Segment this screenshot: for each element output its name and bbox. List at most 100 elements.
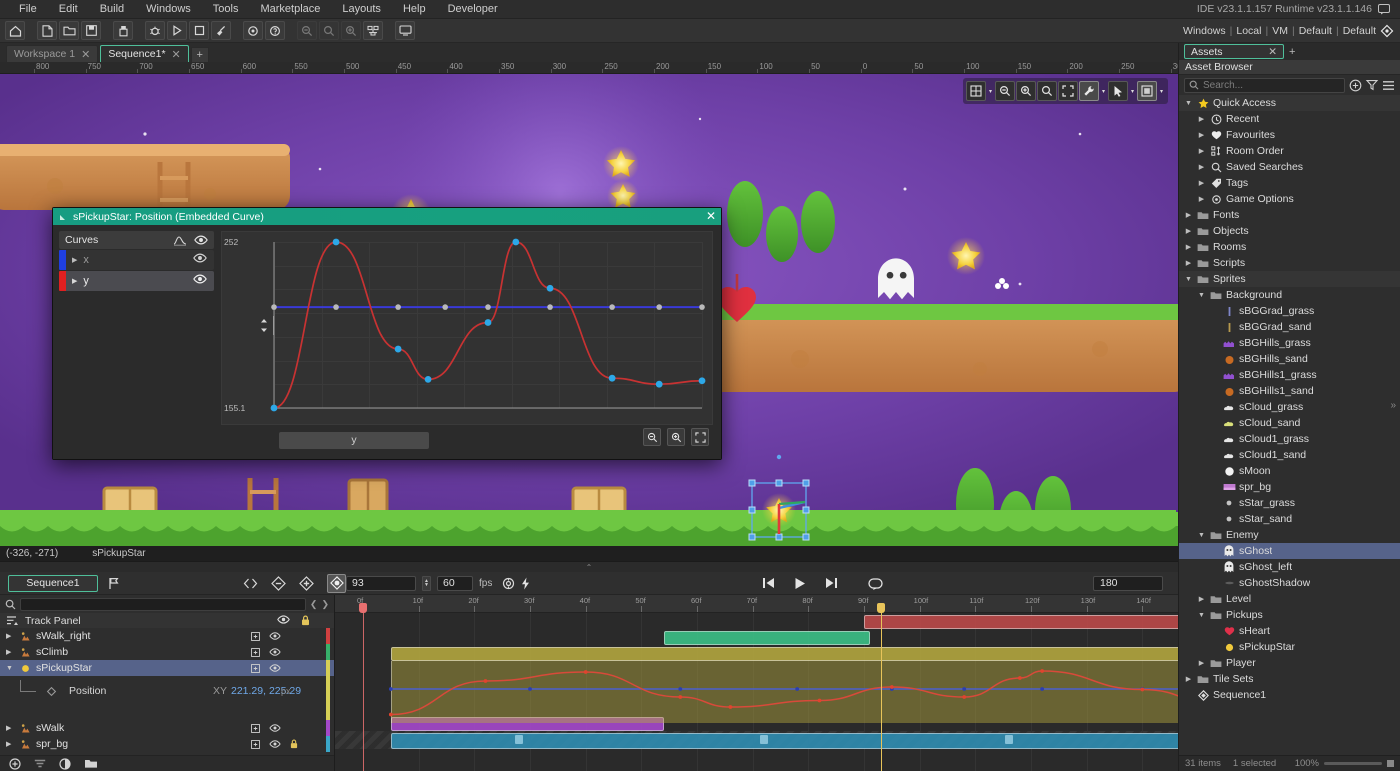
preferences-button[interactable] [243, 21, 263, 40]
wrench-dropdown-arrow-icon[interactable]: ▾ [1100, 81, 1107, 101]
eye-icon[interactable] [269, 740, 281, 748]
search-next-icon[interactable]: ❯ [321, 599, 329, 610]
expander-icon[interactable]: ▶ [1197, 195, 1206, 203]
open-project-button[interactable] [59, 21, 79, 40]
close-icon[interactable]: ✕ [1268, 46, 1277, 58]
eye-icon[interactable] [269, 664, 281, 672]
track-row[interactable]: ▶sClimb [0, 644, 334, 660]
cursor-dropdown-arrow-icon[interactable]: ▾ [1129, 81, 1136, 101]
expander-icon[interactable]: ▶ [1197, 147, 1206, 155]
track-search-input[interactable] [20, 598, 306, 611]
menu-item-file[interactable]: File [8, 0, 48, 19]
save-button[interactable] [81, 21, 101, 40]
track-row[interactable]: ▼sPickupStar [0, 660, 334, 676]
stop-button[interactable] [189, 21, 209, 40]
snap-icon[interactable] [502, 577, 515, 590]
curve-editor-dialog[interactable]: sPickupStar: Position (Embedded Curve) ✕… [52, 207, 722, 460]
timeline-pane[interactable]: 0f10f20f30f40f50f60f70f80f90f100f110f120… [335, 595, 1178, 771]
add-track-icon[interactable] [9, 758, 21, 770]
current-frame-input[interactable]: 93 [346, 576, 416, 591]
expander-icon[interactable]: ▶ [72, 277, 77, 285]
track-list[interactable]: ▶sWalk_right▶sClimb▼sPickupStarPositionX… [0, 628, 334, 755]
target-config[interactable]: Default [1299, 25, 1332, 37]
asset-tree-item[interactable]: ▼Pickups [1179, 607, 1400, 623]
add-asset-tab-button[interactable]: + [1289, 46, 1295, 58]
menu-item-layouts[interactable]: Layouts [331, 0, 392, 19]
expander-icon[interactable]: ▶ [1197, 659, 1206, 667]
keyframe-diamond-icon[interactable] [47, 687, 56, 696]
asset-tree-item[interactable]: sBGGrad_sand [1179, 319, 1400, 335]
expander-icon[interactable]: ▶ [1197, 179, 1206, 187]
asset-tree-item[interactable]: ▶Recent [1179, 111, 1400, 127]
asset-tree-item[interactable]: sGhost [1179, 543, 1400, 559]
target-device-button[interactable] [395, 21, 415, 40]
curve-dialog-titlebar[interactable]: sPickupStar: Position (Embedded Curve) ✕ [53, 208, 721, 225]
asset-tree-item[interactable]: sBGHills1_grass [1179, 367, 1400, 383]
target-settings-icon[interactable] [1380, 24, 1394, 38]
asset-tree-item[interactable]: ▶Player [1179, 655, 1400, 671]
cursor-icon[interactable] [1108, 81, 1128, 101]
close-icon[interactable]: ✕ [81, 48, 90, 61]
target-profile[interactable]: Default [1343, 25, 1376, 37]
eye-icon[interactable] [193, 274, 207, 284]
curve-channel-x[interactable]: ▶ x [59, 250, 214, 270]
sequence-tab-sequence1[interactable]: Sequence1 [8, 575, 98, 592]
asset-tree-item[interactable]: sCloud1_grass [1179, 431, 1400, 447]
target-runtime[interactable]: VM [1272, 25, 1288, 37]
jump-start-icon[interactable] [762, 577, 775, 589]
add-circle-icon[interactable] [1349, 79, 1362, 92]
eye-icon[interactable] [194, 235, 208, 245]
asset-tree-item[interactable]: ▶Saved Searches [1179, 159, 1400, 175]
menu-item-help[interactable]: Help [392, 0, 437, 19]
target-device[interactable]: Local [1236, 25, 1261, 37]
lock-icon[interactable] [290, 739, 298, 749]
expander-icon[interactable]: ▶ [1184, 243, 1193, 251]
asset-tree-item[interactable]: ▶Fonts [1179, 207, 1400, 223]
asset-tree-item[interactable]: sGhost_left [1179, 559, 1400, 575]
expander-icon[interactable]: ▶ [6, 740, 15, 748]
asset-tree-item[interactable]: ▶Tags [1179, 175, 1400, 191]
home-button[interactable] [5, 21, 25, 40]
close-icon[interactable]: ✕ [172, 48, 181, 61]
curve-graph-icon[interactable] [173, 235, 187, 246]
menu-item-marketplace[interactable]: Marketplace [249, 0, 331, 19]
play-icon[interactable] [794, 577, 806, 590]
asset-tree[interactable]: ▼Quick Access▶Recent▶Favourites▶Room Ord… [1179, 95, 1400, 755]
filter-icon[interactable] [34, 759, 46, 768]
target-platform[interactable]: Windows [1183, 25, 1226, 37]
asset-tree-item[interactable]: ▶Favourites [1179, 127, 1400, 143]
menu-item-build[interactable]: Build [89, 0, 135, 19]
eye-icon[interactable] [193, 253, 207, 263]
asset-tree-item[interactable]: sPickupStar [1179, 639, 1400, 655]
track-row[interactable]: ▶sWalk [0, 720, 334, 736]
timeline-ruler[interactable]: 0f10f20f30f40f50f60f70f80f90f100f110f120… [335, 595, 1178, 613]
layout-grid-button[interactable] [363, 21, 383, 40]
fit-view-icon[interactable] [1058, 81, 1078, 101]
expander-icon[interactable]: ▶ [72, 256, 77, 264]
expander-icon[interactable]: ▶ [1184, 675, 1193, 683]
asset-tree-item[interactable]: sCloud_grass [1179, 399, 1400, 415]
expander-icon[interactable]: ▶ [6, 648, 15, 656]
asset-tree-item[interactable]: ▶Scripts [1179, 255, 1400, 271]
sort-icon[interactable] [6, 615, 19, 626]
expander-icon[interactable]: ▶ [1197, 131, 1206, 139]
timeline-clip-sWalk_right[interactable] [864, 615, 1178, 629]
timeline-clip-spr_bg[interactable] [391, 733, 1178, 749]
expander-icon[interactable]: ▼ [1184, 100, 1193, 107]
debug-button[interactable] [145, 21, 165, 40]
sequence-collapse-handle[interactable]: ⌃ [0, 562, 1178, 572]
asset-tree-item[interactable]: sMoon [1179, 463, 1400, 479]
zoom-region-icon[interactable] [1037, 81, 1057, 101]
asset-tree-item[interactable]: ▶Rooms [1179, 239, 1400, 255]
contrast-icon[interactable] [59, 758, 71, 770]
total-frames-input[interactable]: 180 [1093, 576, 1163, 591]
grid-icon[interactable] [966, 81, 986, 101]
keyframe-add-icon[interactable] [299, 576, 314, 591]
track-row[interactable]: ▶spr_bg [0, 736, 334, 752]
search-prev-icon[interactable]: ❮ [310, 599, 318, 610]
zoom-out-icon[interactable] [643, 428, 661, 446]
asset-tree-item[interactable]: sBGHills_grass [1179, 335, 1400, 351]
add-keyframe-icon[interactable] [251, 724, 260, 733]
expander-icon[interactable]: ▼ [1197, 612, 1206, 619]
asset-tree-item[interactable]: ▶Level [1179, 591, 1400, 607]
